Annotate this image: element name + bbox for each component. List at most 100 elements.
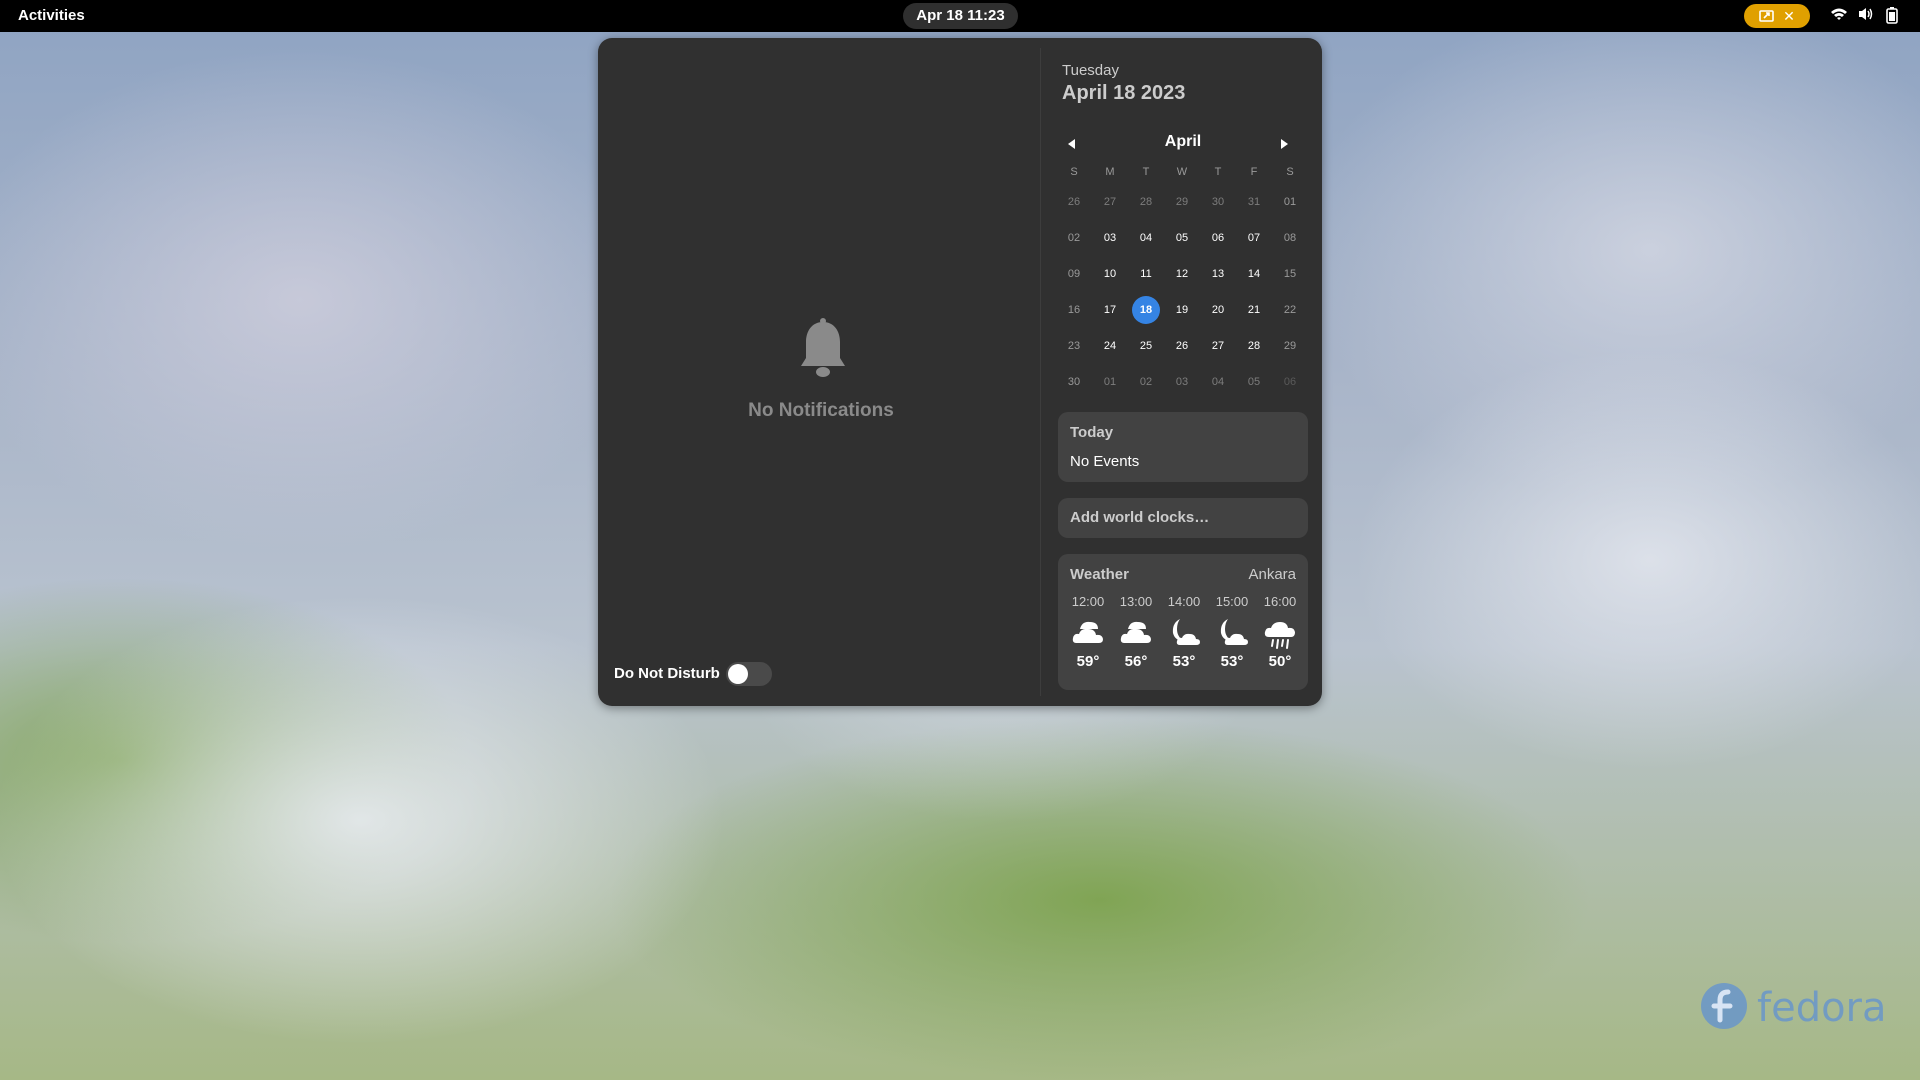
screencast-stop-icon[interactable]: ✕ <box>1783 8 1795 24</box>
calendar-day[interactable]: 06 <box>1272 368 1308 396</box>
do-not-disturb-toggle[interactable] <box>726 662 772 686</box>
screencast-icon <box>1759 10 1774 22</box>
fedora-logo-text: fedora <box>1757 985 1887 1031</box>
calendar-day[interactable]: 29 <box>1272 332 1308 360</box>
calendar-day[interactable]: 17 <box>1092 296 1128 324</box>
calendar-day[interactable]: 26 <box>1164 332 1200 360</box>
calendar-day[interactable]: 19 <box>1164 296 1200 324</box>
calendar-week: 16 17 18 19 20 21 22 <box>1056 292 1310 328</box>
calendar-day[interactable]: 26 <box>1056 188 1092 216</box>
calendar-day[interactable]: 06 <box>1200 224 1236 252</box>
forecast-temp: 59° <box>1076 653 1100 670</box>
forecast-item: 15:00 53° <box>1208 594 1256 670</box>
calendar-day[interactable]: 04 <box>1200 368 1236 396</box>
calendar-day[interactable]: 29 <box>1164 188 1200 216</box>
calendar-day[interactable]: 08 <box>1272 224 1308 252</box>
calendar-day[interactable]: 27 <box>1200 332 1236 360</box>
day-header: S <box>1070 166 1078 178</box>
forecast-item: 14:00 53° <box>1160 594 1208 670</box>
calendar-day[interactable]: 14 <box>1236 260 1272 288</box>
calendar-week: 23 24 25 26 27 28 29 <box>1056 328 1310 364</box>
day-header: S <box>1286 166 1294 178</box>
volume-icon[interactable] <box>1857 6 1875 25</box>
events-title: Today <box>1070 424 1114 441</box>
calendar-day[interactable]: 07 <box>1236 224 1272 252</box>
bell-icon <box>801 318 845 377</box>
do-not-disturb-label: Do Not Disturb <box>614 665 720 682</box>
calendar-column: Tuesday April 18 2023 April S M T W T F … <box>1056 38 1310 706</box>
no-notifications-label: No Notifications <box>748 400 894 421</box>
night-cloudy-icon <box>1220 619 1248 645</box>
top-bar: Activities Apr 18 11:23 ✕ <box>0 0 1920 32</box>
world-clocks-button[interactable]: Add world clocks… <box>1058 498 1308 538</box>
calendar-day[interactable]: 30 <box>1200 188 1236 216</box>
forecast-temp: 53° <box>1220 653 1244 670</box>
calendar-day[interactable]: 28 <box>1236 332 1272 360</box>
calendar-week: 09 10 11 12 13 14 15 <box>1056 256 1310 292</box>
calendar-day[interactable]: 24 <box>1092 332 1128 360</box>
calendar-day[interactable]: 03 <box>1164 368 1200 396</box>
calendar-day[interactable]: 15 <box>1272 260 1308 288</box>
weather-location: Ankara <box>1248 566 1296 583</box>
calendar-day[interactable]: 03 <box>1092 224 1128 252</box>
partly-cloudy-icon <box>1120 621 1151 643</box>
rain-icon <box>1264 622 1295 649</box>
calendar-day[interactable]: 01 <box>1092 368 1128 396</box>
forecast-time: 16:00 <box>1263 594 1297 609</box>
calendar-day[interactable]: 31 <box>1236 188 1272 216</box>
date-menu-panel: No Notifications Do Not Disturb Tuesday … <box>598 38 1322 706</box>
events-empty-label: No Events <box>1070 453 1140 470</box>
calendar-day[interactable]: 23 <box>1056 332 1092 360</box>
calendar-grid: S M T W T F S 26 27 28 29 30 31 01 02 03… <box>1056 160 1310 400</box>
calendar-day[interactable]: 27 <box>1092 188 1128 216</box>
calendar-day-today[interactable]: 18 <box>1132 296 1160 324</box>
calendar-day[interactable]: 10 <box>1092 260 1128 288</box>
calendar-day[interactable]: 05 <box>1236 368 1272 396</box>
calendar-day[interactable]: 28 <box>1128 188 1164 216</box>
calendar-day[interactable]: 11 <box>1128 260 1164 288</box>
wifi-icon[interactable] <box>1830 6 1848 25</box>
forecast-temp: 56° <box>1124 653 1148 670</box>
battery-icon[interactable] <box>1886 6 1898 27</box>
forecast-temp: 53° <box>1172 653 1196 670</box>
calendar-day[interactable]: 04 <box>1128 224 1164 252</box>
day-header: T <box>1214 166 1222 178</box>
weekday-label[interactable]: Tuesday <box>1062 62 1119 79</box>
next-month-icon[interactable] <box>1276 136 1292 152</box>
calendar-day[interactable]: 21 <box>1236 296 1272 324</box>
activities-button[interactable]: Activities <box>18 7 85 24</box>
calendar-day[interactable]: 13 <box>1200 260 1236 288</box>
calendar-day[interactable]: 30 <box>1056 368 1092 396</box>
calendar-day[interactable]: 20 <box>1200 296 1236 324</box>
calendar-day[interactable]: 09 <box>1056 260 1092 288</box>
calendar-day[interactable]: 12 <box>1164 260 1200 288</box>
forecast-time: 12:00 <box>1071 594 1105 609</box>
calendar-day[interactable]: 02 <box>1128 368 1164 396</box>
screencast-indicator[interactable]: ✕ <box>1744 4 1810 28</box>
events-section[interactable]: Today No Events <box>1058 412 1308 482</box>
day-headers: S M T W T F S <box>1056 160 1310 184</box>
calendar-day[interactable]: 25 <box>1128 332 1164 360</box>
forecast-item: 12:00 59° <box>1064 594 1112 670</box>
forecast-temp: 50° <box>1268 653 1292 670</box>
night-cloudy-icon <box>1172 619 1200 645</box>
weather-section[interactable]: Weather Ankara 12:00 59° 13:00 56° 14:00… <box>1058 554 1308 690</box>
calendar-day[interactable]: 16 <box>1056 296 1092 324</box>
forecast-time: 14:00 <box>1167 594 1201 609</box>
notification-list: No Notifications Do Not Disturb <box>598 38 1040 706</box>
toggle-knob <box>728 664 748 684</box>
calendar-day[interactable]: 22 <box>1272 296 1308 324</box>
calendar-day[interactable]: 05 <box>1164 224 1200 252</box>
day-header: F <box>1250 166 1258 178</box>
forecast-time: 15:00 <box>1215 594 1249 609</box>
forecast-item: 16:00 50° <box>1256 594 1304 670</box>
clock-button[interactable]: Apr 18 11:23 <box>903 3 1018 29</box>
month-label: April <box>1164 133 1202 150</box>
day-header: T <box>1142 166 1150 178</box>
partly-cloudy-icon <box>1072 621 1103 643</box>
calendar-day[interactable]: 02 <box>1056 224 1092 252</box>
full-date-label[interactable]: April 18 2023 <box>1062 82 1185 105</box>
panel-divider <box>1040 48 1041 696</box>
calendar-day[interactable]: 01 <box>1272 188 1308 216</box>
forecast-time: 13:00 <box>1119 594 1153 609</box>
